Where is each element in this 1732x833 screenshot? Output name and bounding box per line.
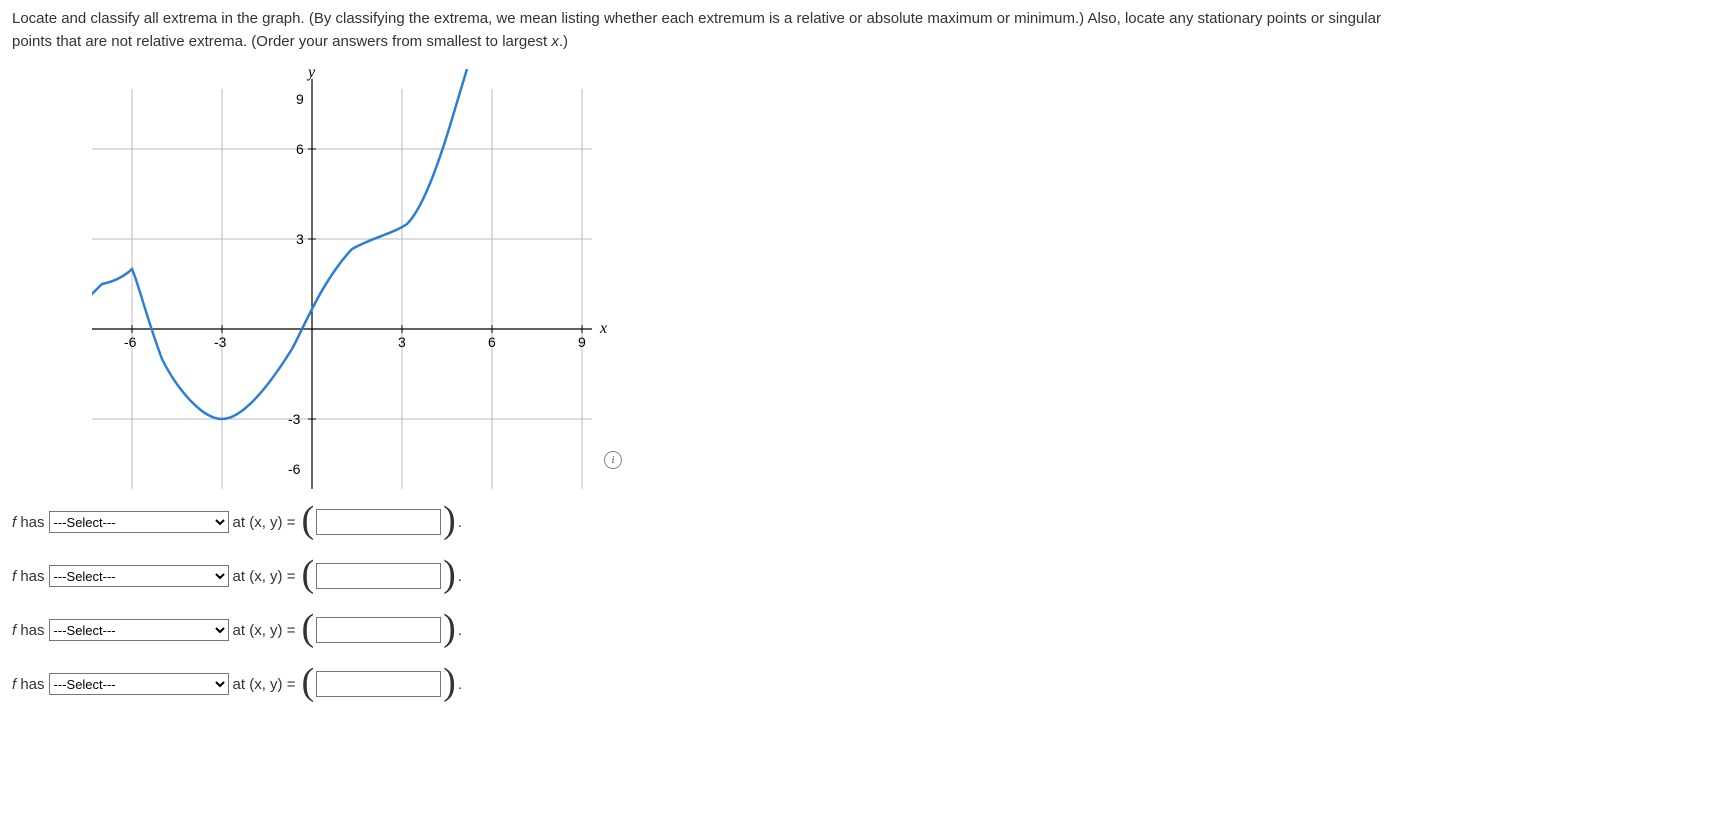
- question-x: x: [551, 33, 559, 50]
- at-xy-label: at (x, y) =: [233, 568, 296, 585]
- classification-select-4[interactable]: ---Select---: [49, 673, 229, 695]
- has-label: has: [16, 568, 44, 585]
- classification-select-3[interactable]: ---Select---: [49, 619, 229, 641]
- answer-row-4: f has ---Select--- at (x, y) = ( ) .: [12, 671, 1720, 697]
- period: .: [458, 676, 462, 693]
- y-axis-label: y: [306, 69, 316, 81]
- curve: [92, 69, 470, 419]
- point-input-4[interactable]: [316, 671, 441, 697]
- at-xy-label: at (x, y) =: [233, 622, 296, 639]
- ytick-3: 3: [296, 231, 304, 247]
- xtick-9: 9: [578, 334, 586, 350]
- point-input-1[interactable]: [316, 509, 441, 535]
- question-line1b: points that are not relative extrema. (O…: [12, 33, 551, 50]
- point-input-3[interactable]: [316, 617, 441, 643]
- answer-row-2: f has ---Select--- at (x, y) = ( ) .: [12, 563, 1720, 589]
- has-label: has: [16, 622, 44, 639]
- question-text: Locate and classify all extrema in the g…: [12, 8, 1720, 53]
- ytick-m3: -3: [288, 411, 301, 427]
- ytick-6: 6: [296, 141, 304, 157]
- answer-row-3: f has ---Select--- at (x, y) = ( ) .: [12, 617, 1720, 643]
- x-axis-label: x: [599, 320, 607, 337]
- xtick-6: 6: [488, 334, 496, 350]
- answer-row-1: f has ---Select--- at (x, y) = ( ) .: [12, 509, 1720, 535]
- classification-select-2[interactable]: ---Select---: [49, 565, 229, 587]
- question-line1c: .): [559, 33, 568, 50]
- period: .: [458, 514, 462, 531]
- ytick-m6: -6: [288, 461, 301, 477]
- point-input-2[interactable]: [316, 563, 441, 589]
- question-line1a: Locate and classify all extrema in the g…: [12, 10, 1381, 27]
- xtick-3: 3: [398, 334, 406, 350]
- ytick-9: 9: [296, 91, 304, 107]
- at-xy-label: at (x, y) =: [233, 676, 296, 693]
- at-xy-label: at (x, y) =: [233, 514, 296, 531]
- info-icon[interactable]: i: [604, 451, 622, 469]
- classification-select-1[interactable]: ---Select---: [49, 511, 229, 533]
- graph: -9 -6 -3 3 6 9 3 6 9 -3 -6 y x i: [92, 69, 612, 489]
- period: .: [458, 622, 462, 639]
- xtick-m6: -6: [124, 334, 137, 350]
- period: .: [458, 568, 462, 585]
- has-label: has: [16, 676, 44, 693]
- has-label: has: [16, 514, 44, 531]
- xtick-m3: -3: [214, 334, 227, 350]
